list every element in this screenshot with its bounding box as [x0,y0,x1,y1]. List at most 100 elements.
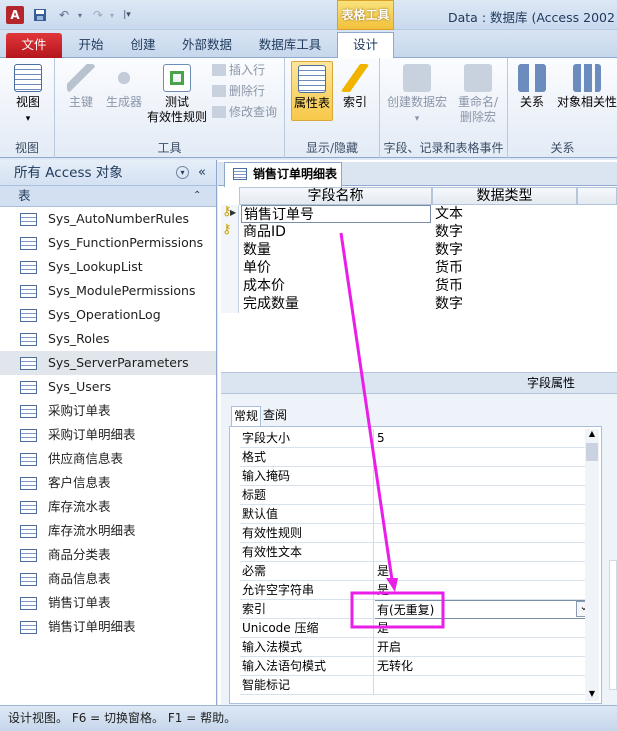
property-value[interactable] [375,448,593,467]
view-button[interactable]: 视图 ▾ [8,64,48,127]
property-value[interactable] [375,505,593,524]
nav-pane-header[interactable]: 所有 Access 对象 ▾ « [0,160,216,186]
data-type-cell[interactable]: 货币 [433,277,573,295]
property-row[interactable]: Unicode 压缩是 [240,619,593,638]
nav-item[interactable]: Sys_ServerParameters [0,351,216,375]
nav-item[interactable]: Sys_OperationLog [0,303,216,327]
undo-dropdown-icon[interactable]: ▾ [76,6,84,24]
nav-item[interactable]: Sys_LookupList [0,255,216,279]
nav-item[interactable]: Sys_FunctionPermissions [0,231,216,255]
property-row[interactable]: 有效性文本 [240,543,593,562]
row-selector[interactable] [221,241,239,259]
property-row[interactable]: 字段大小 5 [240,429,593,448]
property-value[interactable]: 无转化 [375,657,593,676]
property-value[interactable] [375,486,593,505]
row-selector[interactable] [221,259,239,277]
rename-delete-macro-button[interactable]: 重命名/删除宏 [452,64,504,125]
insert-rows-button[interactable]: 插入行 [212,61,265,80]
nav-item[interactable]: 商品分类表 [0,543,216,567]
data-type-cell[interactable]: 数字 [433,241,573,259]
nav-item[interactable]: Sys_Users [0,375,216,399]
property-value[interactable]: 有(无重复) [375,600,593,619]
nav-item[interactable]: 供应商信息表 [0,447,216,471]
modify-lookups-button[interactable]: 修改查询 [212,103,277,122]
nav-item[interactable]: Sys_Roles [0,327,216,351]
property-row[interactable]: 输入掩码 [240,467,593,486]
tab-create[interactable]: 创建 [122,33,164,58]
redo-icon[interactable]: ↷ [88,6,108,24]
col-header-description[interactable] [577,187,617,205]
row-selector[interactable] [221,277,239,295]
field-row[interactable]: 数量 数字 [221,241,617,259]
field-name-cell[interactable]: 商品ID [241,223,431,241]
property-row[interactable]: 标题 [240,486,593,505]
property-row[interactable]: 智能标记 [240,676,593,695]
save-icon[interactable] [32,6,48,24]
relationships-button[interactable]: 关系 [514,64,550,110]
tab-design[interactable]: 设计 [337,32,394,59]
field-name-cell[interactable]: 单价 [241,259,431,277]
nav-item[interactable]: 采购订单表 [0,399,216,423]
property-row[interactable]: 输入法语句模式 无转化 [240,657,593,676]
builder-button[interactable]: 生成器 [103,64,145,110]
field-name-cell[interactable]: 销售订单号 [241,205,431,223]
document-tab[interactable]: 销售订单明细表 [224,162,342,187]
indexes-button[interactable]: 索引 [337,64,373,110]
nav-item[interactable]: Sys_ModulePermissions [0,279,216,303]
property-value[interactable] [375,467,593,486]
row-selector[interactable]: ⚷ [221,222,239,241]
property-row[interactable]: 格式 [240,448,593,467]
tab-external-data[interactable]: 外部数据 [174,33,240,58]
scroll-up-icon[interactable]: ▲ [585,429,599,441]
tab-general[interactable]: 常规 [231,406,262,426]
property-value[interactable]: 5 [375,429,593,448]
redo-dropdown-icon[interactable]: ▾ [108,6,116,24]
property-row[interactable]: 默认值 [240,505,593,524]
object-dependencies-button[interactable]: 对象相关性 [554,64,617,110]
tab-lookup[interactable]: 查阅 [261,406,289,426]
property-row[interactable]: 有效性规则 [240,524,593,543]
nav-item[interactable]: 销售订单明细表 [0,615,216,639]
undo-icon[interactable]: ↶ [54,6,74,24]
property-value[interactable]: 是 [375,619,593,638]
property-row[interactable]: 索引 有(无重复) ⌄ [240,600,593,619]
collapse-group-icon[interactable]: ⌃ [193,186,201,206]
nav-item[interactable]: 客户信息表 [0,471,216,495]
tab-file[interactable]: 文件 [6,33,62,58]
scroll-thumb[interactable] [586,443,598,461]
scroll-down-icon[interactable]: ▼ [585,689,599,701]
nav-menu-dropdown-icon[interactable]: ▾ [176,166,189,179]
field-row[interactable]: ⚷ 商品ID 数字 [221,222,617,241]
tab-home[interactable]: 开始 [70,33,112,58]
shutter-bar-close-icon[interactable]: « [198,160,206,186]
property-row[interactable]: 必需是 [240,562,593,581]
primary-key-button[interactable]: 主键 [63,64,99,110]
property-row[interactable]: 输入法模式 开启 [240,638,593,657]
nav-item[interactable]: 库存流水明细表 [0,519,216,543]
data-type-cell[interactable]: 数字 [433,295,573,313]
property-row[interactable]: 允许空字符串是 [240,581,593,600]
property-value[interactable]: 是 [375,581,593,600]
property-sheet-button[interactable]: 属性表 [291,61,333,121]
data-type-cell[interactable]: 文本 [433,205,573,223]
data-type-cell[interactable]: 货币 [433,259,573,277]
nav-item[interactable]: 商品信息表 [0,567,216,591]
property-value[interactable] [375,676,593,695]
row-selector[interactable] [221,295,239,313]
nav-item[interactable]: Sys_AutoNumberRules [0,207,216,231]
tab-database-tools[interactable]: 数据库工具 [250,33,330,58]
test-validation-rules-button[interactable]: 测试 有效性规则 [145,64,209,125]
property-value[interactable] [375,524,593,543]
property-value[interactable]: 是 [375,562,593,581]
nav-item[interactable]: 采购订单明细表 [0,423,216,447]
nav-item[interactable]: 销售订单表 [0,591,216,615]
access-app-icon[interactable]: A [6,6,24,24]
property-value[interactable]: 开启 [375,638,593,657]
customize-qat-icon[interactable]: |▾ [120,6,134,24]
field-name-cell[interactable]: 数量 [241,241,431,259]
nav-item[interactable]: 库存流水表 [0,495,216,519]
row-selector[interactable]: ⚷ ▶ [221,204,239,223]
field-row[interactable]: 完成数量 数字 [221,295,617,313]
nav-group-tables[interactable]: 表 ⌃ [0,186,216,207]
field-name-cell[interactable]: 完成数量 [241,295,431,313]
